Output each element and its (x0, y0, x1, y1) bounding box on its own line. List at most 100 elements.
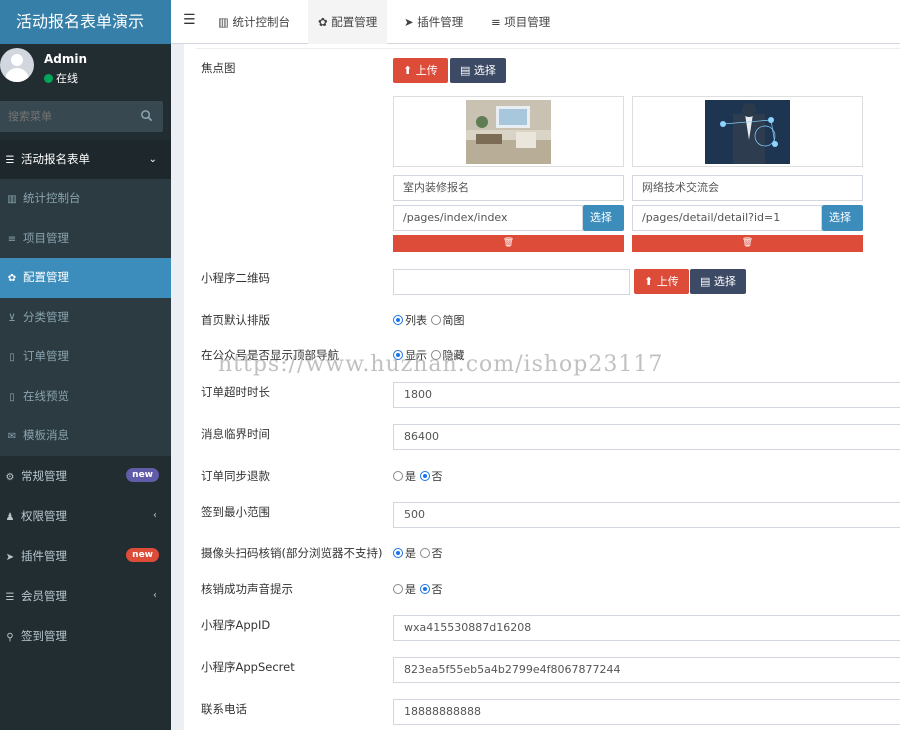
sidebar-item-dashboard[interactable]: ▥ 统计控制台 (0, 179, 171, 219)
timeout-input[interactable]: 1800 (393, 382, 900, 408)
tab-label: 统计控制台 (232, 15, 291, 29)
sound-radio-group: 是 否 (393, 581, 443, 597)
tab-plugins[interactable]: ➤ 插件管理 (394, 0, 473, 44)
phone-input[interactable]: 18888888888 (393, 699, 900, 725)
slide-choose-button[interactable]: 选择 (822, 205, 863, 231)
radio-yes[interactable] (393, 548, 403, 558)
sidebar-item-category[interactable]: ⊻ 分类管理 (0, 297, 171, 337)
slide-choose-button[interactable]: 选择 (583, 205, 624, 231)
radio-label: 是 (405, 547, 416, 560)
slide-thumbnail[interactable] (632, 96, 863, 167)
sidebar-item-members[interactable]: ☰ 会员管理 ‹ (0, 575, 171, 616)
sidebar-group-activity[interactable]: ☰ 活动报名表单 ⌄ (0, 140, 171, 179)
secret-label: 小程序AppSecret (201, 660, 295, 674)
camera-radio-group: 是 否 (393, 545, 443, 561)
tab-dashboard[interactable]: ▥ 统计控制台 (208, 0, 300, 44)
sidebar-item-config[interactable]: ✿ 配置管理 (0, 258, 171, 298)
slide-delete-button[interactable]: 🗑 (393, 235, 624, 252)
gear-icon: ✿ (7, 273, 17, 284)
chevron-left-icon: ‹ (153, 509, 157, 521)
slide-title-input[interactable]: 室内装修报名 (393, 175, 624, 201)
radio-label: 简图 (442, 314, 465, 327)
layout-radio-group: 列表 简图 (393, 312, 465, 328)
user-status: 在线 (44, 70, 78, 86)
sidebar-item-label: 签到管理 (21, 628, 67, 643)
choose-button[interactable]: ▤ 选择 (690, 269, 746, 294)
room-image (466, 100, 551, 164)
slide-thumbnail[interactable] (393, 96, 624, 167)
choose-button[interactable]: ▤ 选择 (450, 58, 506, 83)
slide-path-input[interactable]: /pages/index/index (393, 205, 583, 231)
tab-config[interactable]: ✿ 配置管理 (308, 0, 388, 44)
sidebar-item-template-msg[interactable]: ✉ 模板消息 (0, 416, 171, 456)
sidebar-item-projects[interactable]: ≡ 项目管理 (0, 218, 171, 258)
qrcode-input[interactable] (393, 269, 630, 295)
users-icon: ♟ (5, 511, 15, 523)
radio-label: 是 (405, 583, 416, 596)
user-panel: Admin 在线 (0, 44, 171, 96)
tab-projects[interactable]: ≡ 项目管理 (481, 0, 560, 44)
cart-icon: ⊻ (8, 312, 16, 324)
sidebar-item-label: 在线预览 (23, 388, 69, 403)
list-icon: ☰ (5, 591, 15, 603)
checkin-range-label: 签到最小范围 (201, 505, 270, 519)
radio-label: 否 (431, 547, 443, 560)
sidebar-item-preview[interactable]: ▯ 在线预览 (0, 376, 171, 416)
chevron-left-icon: ‹ (153, 589, 157, 601)
sidebar-item-checkin[interactable]: ⚲ 签到管理 (0, 615, 171, 656)
upload-button[interactable]: ⬆ 上传 (393, 58, 448, 83)
tab-label: 配置管理 (331, 15, 378, 29)
user-status-text: 在线 (56, 72, 78, 85)
appid-label: 小程序AppID (201, 618, 271, 632)
radio-no[interactable] (419, 548, 430, 558)
user-name: Admin (44, 52, 88, 66)
radio-simple[interactable] (430, 315, 441, 325)
upload-button-label: 上传 (415, 64, 438, 77)
sidebar-item-label: 权限管理 (21, 508, 67, 523)
appid-input[interactable]: wxa415530887d16208 (393, 615, 900, 641)
focus-image-label: 焦点图 (201, 61, 236, 75)
app-title[interactable]: 活动报名表单演示 (0, 0, 171, 44)
radio-no[interactable] (419, 471, 430, 481)
layout-label: 首页默认排版 (201, 313, 270, 327)
sidebar-item-permissions[interactable]: ♟ 权限管理 ‹ (0, 495, 171, 536)
radio-yes[interactable] (393, 471, 403, 481)
upload-button[interactable]: ⬆ 上传 (634, 269, 689, 294)
sidebar-item-plugins[interactable]: ➤ 插件管理 new (0, 535, 171, 576)
map-marker-icon: ⚲ (6, 631, 14, 643)
choose-button-label: 选择 (713, 275, 736, 288)
sidebar-search (0, 101, 163, 132)
config-form: 焦点图 ⬆ 上传 ▤ 选择 室内装修报名 网络技术交流会 /pages/inde… (184, 44, 900, 730)
radio-yes[interactable] (393, 584, 403, 594)
secret-input[interactable]: 823ea5f55eb5a4b2799e4f8067877244 (393, 657, 900, 683)
cogs-icon: ⚙ (5, 471, 15, 483)
trash-icon: 🗑 (502, 238, 515, 248)
list-icon: ▤ (700, 275, 714, 288)
sidebar-item-label: 统计控制台 (23, 191, 81, 205)
radio-label: 列表 (405, 314, 427, 327)
topnav-label: 在公众号是否显示顶部导航 (201, 348, 339, 362)
hamburger-icon[interactable]: ☰ (183, 12, 196, 28)
radio-list[interactable] (393, 315, 403, 325)
sidebar-item-general[interactable]: ⚙ 常规管理 new (0, 455, 171, 496)
slide-delete-button[interactable]: 🗑 (632, 235, 863, 252)
tab-label: 插件管理 (417, 15, 464, 29)
search-icon[interactable] (140, 109, 153, 122)
msg-time-input[interactable]: 86400 (393, 424, 900, 450)
slide-title-input[interactable]: 网络技术交流会 (632, 175, 863, 201)
radio-no[interactable] (419, 584, 430, 594)
rocket-icon: ➤ (404, 15, 418, 29)
sidebar-item-orders[interactable]: ▯ 订单管理 (0, 337, 171, 377)
sidebar-item-label: 订单管理 (23, 349, 69, 363)
sound-label: 核销成功声音提示 (201, 582, 293, 596)
search-input[interactable] (0, 101, 163, 132)
document-icon: ▯ (9, 352, 15, 363)
radio-hide[interactable] (430, 350, 441, 360)
sidebar-item-label: 配置管理 (23, 270, 69, 284)
checkin-range-input[interactable]: 500 (393, 502, 900, 528)
slide-path-input[interactable]: /pages/detail/detail?id=1 (632, 205, 822, 231)
list-icon: ≡ (491, 15, 505, 29)
msg-time-label: 消息临界时间 (201, 427, 270, 441)
radio-show[interactable] (393, 350, 403, 360)
qrcode-label: 小程序二维码 (201, 271, 270, 285)
